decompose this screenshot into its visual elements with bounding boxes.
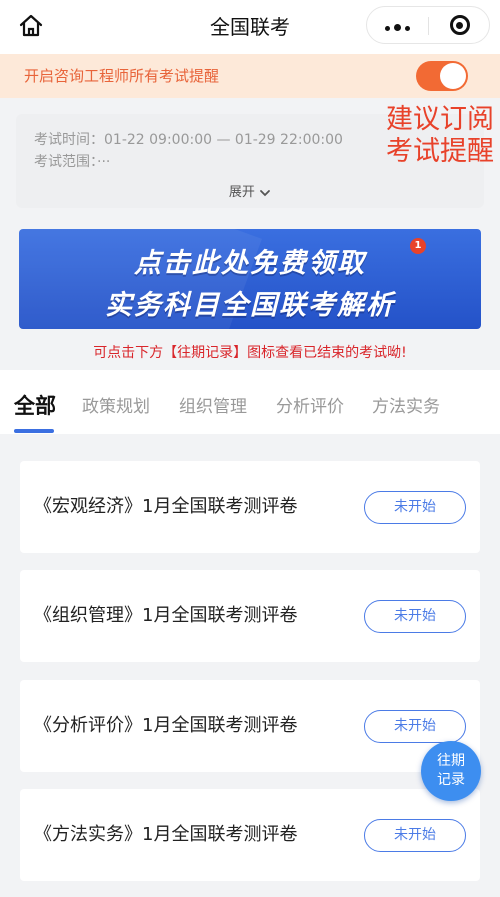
reminder-toggle[interactable] (416, 61, 468, 91)
exam-card[interactable]: 《分析评价》1月全国联考测评卷 未开始 (20, 680, 480, 772)
close-mini-program-button[interactable] (429, 7, 490, 43)
exam-time: 考试时间：01-22 09:00:00 — 01-29 22:00:00 (34, 132, 343, 148)
exam-title: 《分析评价》1月全国联考测评卷 (34, 715, 298, 736)
expand-label: 展开 (228, 185, 255, 200)
status-button[interactable]: 未开始 (364, 819, 466, 852)
exam-title: 《宏观经济》1月全国联考测评卷 (34, 496, 298, 517)
past-records-button[interactable]: 往期 记录 (421, 741, 481, 801)
past-records-hint: 可点击下方【往期记录】图标查看已结束的考试呦! (93, 345, 407, 361)
chevron-down-icon (260, 189, 270, 196)
exam-title: 《方法实务》1月全国联考测评卷 (34, 824, 298, 845)
subscribe-hint: 建议订阅 考试提醒 (348, 104, 494, 168)
exam-card[interactable]: 《方法实务》1月全国联考测评卷 未开始 (20, 789, 480, 881)
past-records-label-line1: 往期 (437, 753, 465, 769)
promo-banner[interactable]: 点击此处免费领取 实务科目全国联考解析 1 (19, 229, 481, 329)
past-records-label-line2: 记录 (437, 772, 465, 788)
exam-title: 《组织管理》1月全国联考测评卷 (34, 605, 298, 626)
tab-method-practice[interactable]: 方法实务 (372, 392, 440, 417)
banner-badge: 1 (410, 238, 426, 254)
target-close-icon (449, 15, 470, 35)
reminder-text: 开启咨询工程师所有考试提醒 (24, 67, 220, 85)
status-button[interactable]: 未开始 (364, 491, 466, 524)
subscribe-hint-line1: 建议订阅 (386, 104, 494, 135)
mini-program-capsule (366, 6, 490, 44)
tab-policy-planning[interactable]: 政策规划 (82, 392, 150, 417)
exam-scope: 考试范围：··· (34, 154, 111, 170)
expand-button[interactable]: 展开 (16, 181, 484, 200)
tab-all[interactable]: 全部 (14, 390, 56, 420)
subscribe-hint-line2: 考试提醒 (386, 136, 494, 167)
exam-card[interactable]: 《宏观经济》1月全国联考测评卷 未开始 (20, 461, 480, 553)
toggle-knob (440, 63, 466, 89)
exam-card[interactable]: 《组织管理》1月全国联考测评卷 未开始 (20, 570, 480, 662)
banner-line2: 实务科目全国联考解析 (105, 290, 395, 321)
tab-organization-management[interactable]: 组织管理 (179, 392, 247, 417)
category-tabs: 全部 政策规划 组织管理 分析评价 方法实务 (0, 370, 500, 434)
more-button[interactable] (367, 7, 428, 43)
status-button[interactable]: 未开始 (364, 600, 466, 633)
tab-analysis-evaluation[interactable]: 分析评价 (276, 392, 344, 417)
more-dots-icon (383, 16, 412, 35)
active-tab-indicator (14, 429, 54, 433)
status-button[interactable]: 未开始 (364, 710, 466, 743)
nav-bar: 全国联考 (0, 0, 500, 54)
